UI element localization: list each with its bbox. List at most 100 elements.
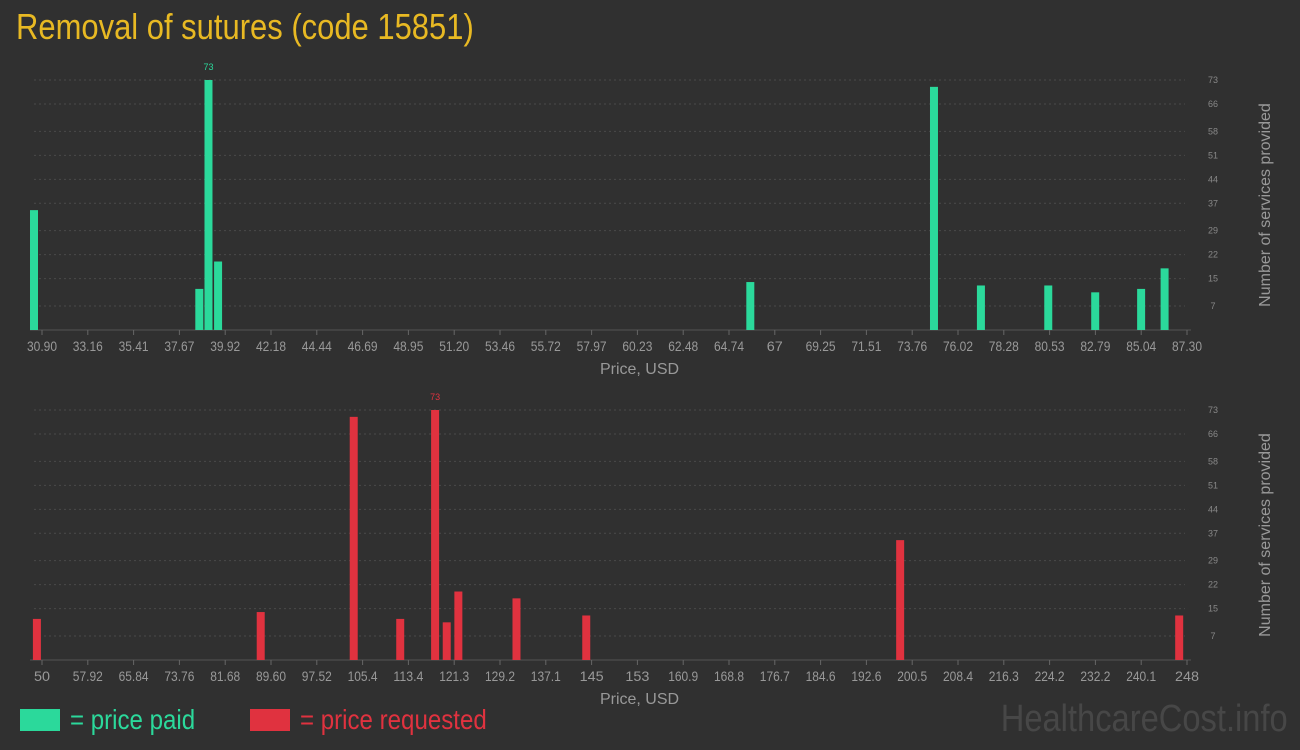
x-tick-label: 81.68	[210, 668, 240, 684]
y-tick-label: 73	[1208, 75, 1218, 85]
y-tick-label: 7	[1210, 631, 1215, 641]
bar	[442, 622, 451, 660]
y-tick-label: 7	[1210, 301, 1215, 311]
y-tick-label: 66	[1208, 99, 1218, 109]
bar	[1044, 285, 1053, 330]
x-tick-label: 57.92	[73, 668, 103, 684]
y-tick-label: 51	[1208, 480, 1218, 490]
x-axis-title: Price, USD	[600, 361, 679, 378]
bar	[582, 615, 591, 660]
max-value-label: 73	[203, 62, 213, 72]
y-tick-label: 29	[1208, 226, 1218, 236]
bar	[929, 86, 938, 330]
x-tick-label: 53.46	[485, 338, 515, 354]
y-tick-label: 29	[1208, 556, 1218, 566]
watermark: HealthcareCost.info	[1000, 698, 1288, 740]
x-tick-label: 184.6	[806, 668, 836, 684]
x-tick-label: 33.16	[73, 338, 103, 354]
y-tick-label: 37	[1208, 198, 1218, 208]
bar	[454, 591, 463, 660]
x-axis-title: Price, USD	[600, 691, 679, 708]
bar	[746, 282, 755, 330]
x-tick-label: 60.23	[622, 338, 652, 354]
y-tick-label: 22	[1208, 580, 1218, 590]
x-tick-label: 145	[580, 668, 604, 684]
x-tick-label: 216.3	[989, 668, 1019, 684]
x-tick-label: 42.18	[256, 338, 286, 354]
x-tick-label: 37.67	[164, 338, 194, 354]
bar	[195, 288, 204, 330]
x-tick-label: 65.84	[119, 668, 149, 684]
x-tick-label: 30.90	[27, 338, 57, 354]
bar	[1175, 615, 1184, 660]
bar	[1137, 288, 1146, 330]
y-tick-label: 44	[1208, 504, 1218, 514]
x-tick-label: 87.30	[1172, 338, 1202, 354]
bar	[30, 210, 38, 330]
x-tick-label: 57.97	[577, 338, 607, 354]
x-tick-label: 192.6	[851, 668, 881, 684]
price-requested-chart: 7 15 22 29 37 44 51 58 66 73 50 57.92 65.84 73.76 81.6…	[30, 392, 1274, 708]
bar	[214, 261, 223, 330]
x-tick-label: 76.02	[943, 338, 973, 354]
bar	[976, 285, 985, 330]
x-tick-label: 55.72	[531, 338, 561, 354]
x-tick-label: 89.60	[256, 668, 286, 684]
y-axis-title: Number of services provided	[1257, 433, 1274, 637]
x-tick-label: 44.44	[302, 338, 332, 354]
x-tick-label: 153	[625, 668, 649, 684]
x-tick-label: 224.2	[1035, 668, 1065, 684]
x-tick-label: 200.5	[897, 668, 927, 684]
y-axis-title: Number of services provided	[1257, 103, 1274, 307]
y-tick-label: 73	[1208, 405, 1218, 415]
y-tick-label: 66	[1208, 429, 1218, 439]
x-tick-label: 97.52	[302, 668, 332, 684]
x-tick-label: 113.4	[393, 668, 423, 684]
x-tick-label: 85.04	[1126, 338, 1156, 354]
bar	[32, 618, 41, 660]
max-value-label: 73	[430, 392, 440, 402]
x-tick-label: 232.2	[1080, 668, 1110, 684]
bar	[1091, 292, 1100, 330]
y-tick-label: 44	[1208, 174, 1218, 184]
bar	[431, 410, 440, 660]
x-tick-label: 67	[767, 338, 783, 354]
x-tick-label: 73.76	[897, 338, 927, 354]
x-tick-label: 137.1	[531, 668, 561, 684]
bar	[396, 618, 405, 660]
x-tick-label: 82.79	[1080, 338, 1110, 354]
x-tick-label: 71.51	[851, 338, 881, 354]
x-tick-label: 39.92	[210, 338, 240, 354]
x-tick-label: 80.53	[1035, 338, 1065, 354]
legend-paid-swatch	[20, 709, 60, 731]
bar	[896, 540, 905, 660]
bar	[512, 598, 521, 660]
y-tick-label: 15	[1208, 604, 1218, 614]
x-tick-label: 78.28	[989, 338, 1019, 354]
x-tick-label: 64.74	[714, 338, 744, 354]
x-tick-label: 48.95	[393, 338, 423, 354]
legend-paid-label: = price paid	[70, 704, 196, 735]
x-tick-label: 69.25	[806, 338, 836, 354]
bar	[204, 80, 213, 330]
legend-requested-swatch	[250, 709, 290, 731]
x-tick-label: 51.20	[439, 338, 469, 354]
x-tick-label: 50	[34, 668, 50, 684]
bar	[349, 416, 358, 660]
x-tick-label: 208.4	[943, 668, 973, 684]
x-tick-label: 105.4	[348, 668, 378, 684]
x-tick-label: 129.2	[485, 668, 515, 684]
x-tick-label: 240.1	[1126, 668, 1156, 684]
x-tick-label: 62.48	[668, 338, 698, 354]
x-tick-label: 73.76	[164, 668, 194, 684]
bar	[256, 612, 265, 660]
x-tick-label: 121.3	[439, 668, 469, 684]
page-title: Removal of sutures (code 15851)	[16, 6, 474, 47]
y-tick-label: 58	[1208, 456, 1218, 466]
y-tick-label: 37	[1208, 528, 1218, 538]
x-tick-label: 248	[1175, 668, 1199, 684]
bar	[1160, 268, 1169, 330]
price-paid-chart: 7 15 22 29 37 44 51 58 66 73 30.90 33.16 35.41 37.67 3…	[27, 62, 1274, 378]
x-tick-label: 46.69	[348, 338, 378, 354]
x-tick-label: 176.7	[760, 668, 790, 684]
